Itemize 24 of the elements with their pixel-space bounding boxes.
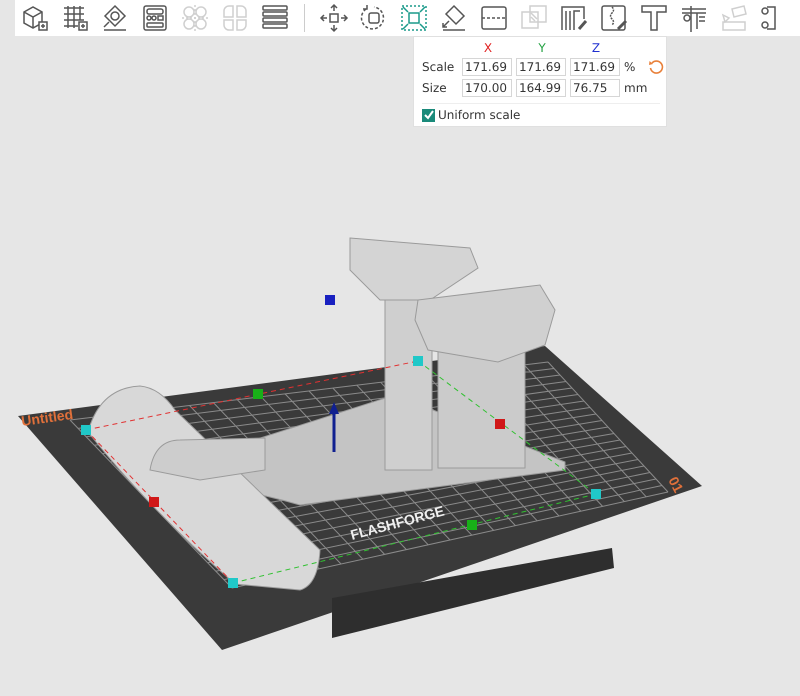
plate-number: 01 [665,474,687,496]
value-field[interactable]: 171.69 [516,58,566,76]
scale-tool-button[interactable] [399,3,429,33]
plate-name: Untitled [20,406,74,429]
text-t-tool-button[interactable] [639,3,669,33]
value-field[interactable]: 164.99 [516,79,566,97]
reset-icon[interactable] [648,59,664,75]
seam-paint-tool-button[interactable] [599,3,629,33]
value-field[interactable]: 171.69 [570,58,620,76]
caliper-tool-button[interactable] [679,3,709,33]
selected-model-drawing[interactable] [81,237,601,590]
row-label: Size [422,81,448,95]
unit-label: % [624,60,636,74]
uniform-scale-checkbox[interactable] [422,108,435,122]
value-field[interactable]: 171.69 [462,58,512,76]
uniform-scale-label: Uniform scale [438,108,520,122]
axis-label: Z [590,41,602,55]
move-tool-button[interactable] [319,3,349,33]
axis-label: Y [537,41,547,55]
row-label: Scale [422,60,456,74]
value-field[interactable]: 170.00 [462,79,512,97]
axis-label: X [482,41,494,55]
value-field[interactable]: 76.75 [570,79,620,97]
unit-label: mm [624,81,646,95]
